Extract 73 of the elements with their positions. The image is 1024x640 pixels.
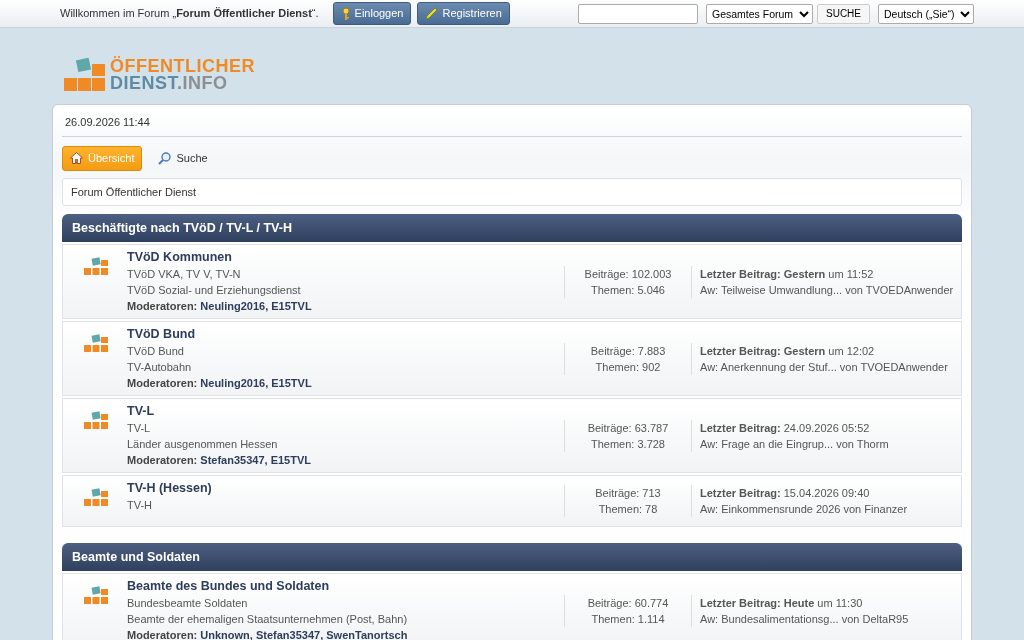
post-count: Beiträge: 713 [594, 486, 662, 501]
moderators-label: Moderatoren: [127, 300, 198, 312]
category-header[interactable]: Beamte und Soldaten [62, 543, 962, 571]
forum-icon [83, 586, 109, 606]
forum-icon [83, 334, 109, 354]
moderators-label: Moderatoren: [127, 629, 198, 640]
topic-count: Themen: 902 [594, 359, 662, 375]
post-count: Beiträge: 63.787 [586, 420, 670, 436]
last-post-info: Letzter Beitrag: Gestern um 12:02 [700, 343, 876, 359]
topic-count: Themen: 5.046 [590, 282, 666, 298]
by-label: von [845, 283, 863, 296]
forum-description: Länder ausgenommen Hessen [127, 437, 279, 452]
forum-title[interactable]: TVöD Kommunen [127, 249, 564, 266]
by-label: von [839, 360, 858, 373]
search-tab[interactable]: Suche [150, 146, 216, 171]
topic-link[interactable]: Aw: Einkommensrunde 2026 [700, 503, 841, 515]
category-header[interactable]: Beschäftigte nach TVöD / TV-L / TV-H [62, 214, 962, 242]
moderator-links[interactable]: Neuling2016, E15TVL [200, 377, 312, 389]
pencil-icon [425, 7, 439, 20]
author-link[interactable]: Thorm [856, 437, 889, 450]
forum-title[interactable]: TVöD Bund [127, 326, 564, 343]
author-link[interactable]: TVOEDAnwender [865, 283, 954, 296]
moderator-links[interactable]: Neuling2016, E15TVL [200, 300, 312, 312]
post-count: Beiträge: 7.883 [589, 343, 667, 359]
by-label: von [841, 612, 860, 625]
forum-icon [83, 488, 109, 508]
forum-description: TVöD VKA, TV V, TV-N [127, 267, 242, 282]
search-button[interactable]: SUCHE [817, 3, 870, 24]
topic-count: Themen: 3.728 [590, 436, 666, 452]
last-post-info: Letzter Beitrag: 24.09.2026 05:52 [700, 420, 871, 436]
post-count: Beiträge: 102.003 [583, 266, 673, 282]
forum-title[interactable]: Beamte des Bundes und Soldaten [127, 578, 564, 595]
forum-description: TVöD Sozial- und Erziehungsdienst [127, 283, 302, 298]
forum-title[interactable]: TV-L [127, 403, 564, 420]
last-post-info: Letzter Beitrag: Gestern um 11:52 [700, 266, 875, 282]
search-field[interactable] [578, 3, 698, 24]
date-time: 26.09.2026 11:44 [65, 116, 150, 128]
scope-dropdown[interactable]: Gesamtes Forum [706, 3, 813, 24]
topic-count: Themen: 78 [597, 502, 659, 517]
search-icon [158, 151, 172, 165]
home-icon [70, 152, 83, 165]
forum-description: Bundesbeamte Soldaten [127, 596, 249, 611]
moderators-label: Moderatoren: [127, 454, 198, 466]
login-button[interactable]: Einloggen [332, 2, 412, 25]
last-post-info: Letzter Beitrag: 15.04.2026 09:40 [700, 486, 871, 501]
key-icon [340, 7, 351, 20]
moderators-label: Moderatoren: [127, 377, 198, 389]
language-dropdown[interactable]: Deutsch („Sie“) [878, 3, 974, 24]
welcome-text: Willkommen im Forum „Forum Öffentlicher Dienst“. [60, 6, 319, 22]
last-post-info: Letzter Beitrag: Heute um 11:30 [700, 595, 864, 611]
topic-link[interactable]: Aw: Bundesalimentationsg... [700, 612, 839, 625]
register-button[interactable]: Registrieren [417, 2, 510, 25]
author-link[interactable]: Finanzer [864, 503, 908, 515]
topic-count: Themen: 1.114 [590, 611, 666, 627]
forum-icon [83, 411, 109, 431]
author-link[interactable]: TVOEDAnwender [860, 360, 948, 373]
topic-link[interactable]: Aw: Frage an die Eingrup... [700, 437, 834, 450]
forum-description: TV-L [127, 421, 152, 436]
author-link[interactable]: DeltaR95 [862, 612, 909, 625]
breadcrumb-link[interactable]: Forum Öffentlicher Dienst [71, 185, 197, 198]
moderator-links[interactable]: Unknown, Stefan35347, SwenTanortsch [200, 629, 408, 640]
forum-description: Beamte der ehemaligen Staatsunternehmen (Post, Bahn) [127, 612, 409, 627]
topic-link[interactable]: Aw: Teilweise Umwandlung... [700, 283, 843, 296]
forum-icon [83, 257, 109, 277]
forum-description: TVöD Bund [127, 344, 185, 359]
forum-description: TV-H [127, 498, 154, 513]
moderator-links[interactable]: Stefan35347, E15TVL [200, 454, 311, 466]
by-label: von [843, 503, 862, 515]
topic-link[interactable]: Aw: Anerkennung der Stuf... [700, 360, 837, 373]
forum-title[interactable]: TV-H (Hessen) [127, 480, 564, 497]
forum-description: TV-Autobahn [127, 360, 193, 375]
by-label: von [836, 437, 854, 450]
post-count: Beiträge: 60.774 [586, 595, 670, 611]
